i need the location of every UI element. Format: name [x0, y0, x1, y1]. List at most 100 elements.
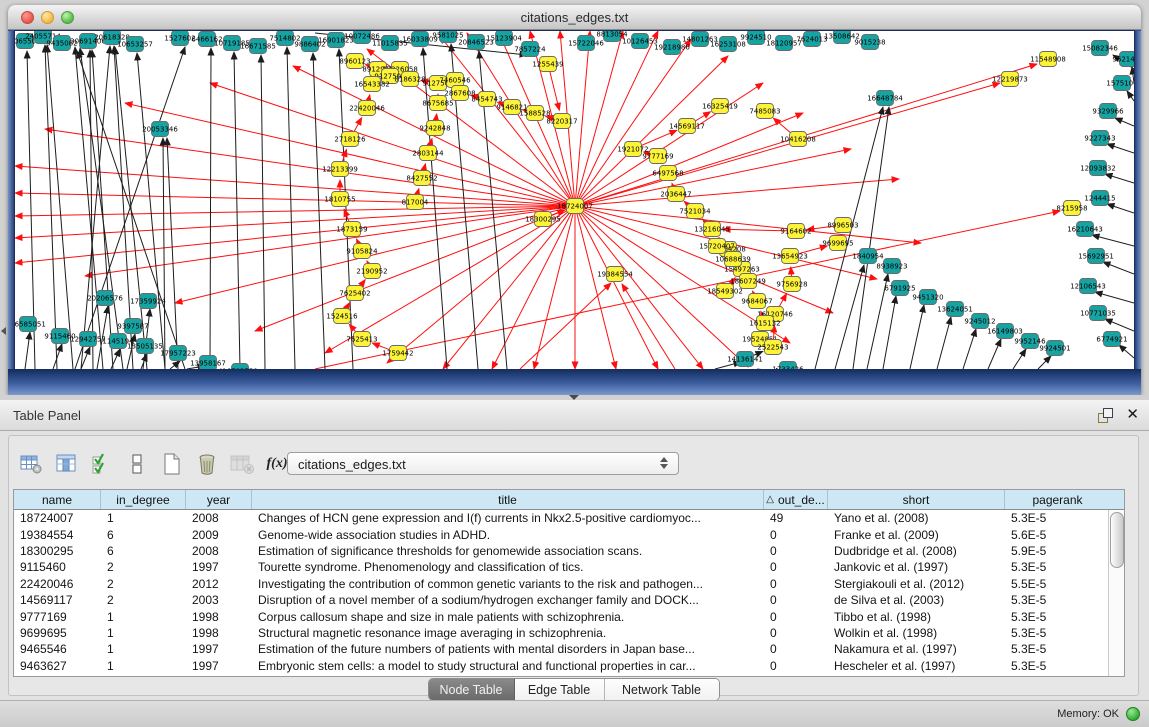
network-edge[interactable]	[575, 206, 703, 369]
network-node[interactable]: 7485083	[749, 104, 780, 119]
network-node[interactable]: 6774921	[1096, 332, 1127, 347]
table-row[interactable]: 911546021997Tourette syndrome. Phenomeno…	[14, 559, 1108, 575]
network-node[interactable]: 12219873	[992, 72, 1028, 87]
network-node[interactable]: 6497568	[652, 166, 683, 181]
network-edge[interactable]	[210, 48, 211, 369]
network-node[interactable]: 16648784	[867, 91, 903, 106]
network-node[interactable]: 2803144	[412, 146, 444, 161]
network-edge[interactable]	[963, 329, 976, 369]
scrollbar-thumb[interactable]	[1110, 512, 1124, 568]
memory-status-icon[interactable]	[1126, 707, 1140, 721]
table-row[interactable]: 1938455462009Genome-wide association stu…	[14, 526, 1108, 542]
network-node[interactable]: 1575104	[1106, 76, 1134, 91]
network-edge[interactable]	[1127, 91, 1134, 101]
network-edge[interactable]	[534, 206, 575, 369]
network-edge[interactable]	[1107, 144, 1134, 153]
network-edge[interactable]	[443, 206, 575, 369]
network-edge[interactable]	[575, 179, 899, 206]
network-node[interactable]: 9164602	[780, 224, 811, 239]
network-node[interactable]: 15082346	[1082, 41, 1118, 56]
network-edge[interactable]	[575, 206, 921, 243]
network-node[interactable]: 19384554	[597, 267, 633, 282]
new-column-icon[interactable]	[157, 451, 187, 477]
table-row[interactable]: 969969511998Structural magnetic resonanc…	[14, 625, 1108, 641]
network-edge[interactable]	[287, 47, 295, 369]
network-edge[interactable]	[255, 206, 575, 331]
network-node[interactable]: 8215958	[1056, 201, 1087, 216]
tab-network-table[interactable]: Network Table	[605, 679, 719, 700]
network-edge[interactable]	[1105, 319, 1134, 331]
network-edge[interactable]	[163, 138, 165, 369]
delete-column-icon[interactable]	[192, 451, 222, 477]
network-node[interactable]: 16782759	[222, 364, 258, 370]
row-options-icon[interactable]	[122, 451, 152, 477]
tab-edge-table[interactable]: Edge Table	[515, 679, 605, 700]
network-edge[interactable]	[1092, 235, 1134, 246]
network-node[interactable]: 817004	[402, 195, 429, 210]
column-header-out_degree[interactable]: △out_de...	[764, 490, 828, 509]
network-node[interactable]: 1873159	[336, 222, 367, 237]
network-node[interactable]: 6791925	[884, 281, 915, 296]
network-node[interactable]: 9397587	[117, 319, 148, 334]
network-node[interactable]: 2036447	[660, 187, 691, 202]
network-node[interactable]: 8220317	[546, 114, 577, 129]
column-header-pagerank[interactable]: pagerank	[1005, 490, 1110, 509]
network-node[interactable]: 1524516	[326, 309, 358, 324]
network-edge[interactable]	[1013, 349, 1026, 369]
table-row[interactable]: 1872400712008Changes of HCN gene express…	[14, 510, 1108, 526]
network-edge[interactable]	[234, 52, 240, 369]
network-node[interactable]: 9684067	[741, 294, 772, 309]
network-node[interactable]: 1810755	[324, 192, 355, 207]
network-node[interactable]: 9245012	[964, 314, 995, 329]
network-node[interactable]: 9105824	[346, 244, 378, 259]
network-edge[interactable]	[1115, 118, 1134, 126]
network-edge[interactable]	[25, 332, 30, 369]
network-node[interactable]: 12106543	[1070, 279, 1106, 294]
network-edge[interactable]	[883, 296, 896, 369]
network-node[interactable]: 7521034	[679, 204, 711, 219]
network-node[interactable]: 18549302	[707, 284, 743, 299]
network-node[interactable]: 12093832	[1080, 161, 1116, 176]
network-node[interactable]: 16149803	[987, 324, 1023, 339]
table-settings-icon[interactable]	[17, 451, 47, 477]
network-view-canvas[interactable]: 2065505240557149435082306914062061832810…	[15, 31, 1134, 369]
column-header-year[interactable]: year	[186, 490, 252, 509]
column-header-short[interactable]: short	[828, 490, 1005, 509]
network-node[interactable]: 9621480	[1112, 52, 1134, 67]
close-panel-icon[interactable]: ✕	[1126, 405, 1139, 423]
network-node[interactable]: 16325419	[702, 99, 738, 114]
network-node[interactable]: 17359924	[130, 294, 166, 309]
network-node[interactable]: 16210643	[1067, 222, 1103, 237]
network-node[interactable]: 9242848	[419, 121, 450, 136]
network-node[interactable]: 9451320	[912, 290, 943, 305]
network-edge[interactable]	[575, 149, 851, 206]
network-node[interactable]: 26585051	[15, 317, 46, 332]
network-edge[interactable]	[1095, 292, 1134, 303]
network-node[interactable]: 13216045	[694, 222, 730, 237]
network-node[interactable]: 15692951	[1078, 249, 1114, 264]
network-node[interactable]: 1733426	[772, 362, 804, 370]
float-panel-icon[interactable]	[1098, 408, 1113, 423]
network-node[interactable]: 1840954	[852, 249, 884, 264]
network-node[interactable]: 9756928	[776, 277, 807, 292]
column-header-title[interactable]: title	[252, 490, 764, 509]
network-node[interactable]: 8938923	[876, 259, 907, 274]
network-window-titlebar[interactable]: citations_edges.txt	[8, 5, 1141, 30]
network-node[interactable]: 13958167	[190, 356, 226, 370]
network-node[interactable]: 12213399	[322, 162, 358, 177]
network-edge[interactable]	[1107, 204, 1134, 213]
table-row[interactable]: 1456911722003Disruption of a novel membe…	[14, 592, 1108, 608]
column-header-in_degree[interactable]: in_degree	[101, 490, 186, 509]
collapse-west-panel-icon[interactable]	[1, 327, 6, 335]
network-node[interactable]: 9329966	[1092, 104, 1124, 119]
network-edge[interactable]	[575, 206, 616, 369]
network-edge[interactable]	[170, 361, 180, 369]
tab-node-table[interactable]: Node Table	[429, 679, 515, 700]
network-node[interactable]: 20053346	[142, 122, 178, 137]
network-edge[interactable]	[520, 283, 611, 369]
network-edge[interactable]	[988, 339, 1001, 369]
network-edge[interactable]	[575, 206, 658, 369]
network-edge[interactable]	[622, 284, 675, 369]
table-row[interactable]: 946554611997Estimation of the future num…	[14, 641, 1108, 657]
network-edge[interactable]	[167, 138, 178, 369]
